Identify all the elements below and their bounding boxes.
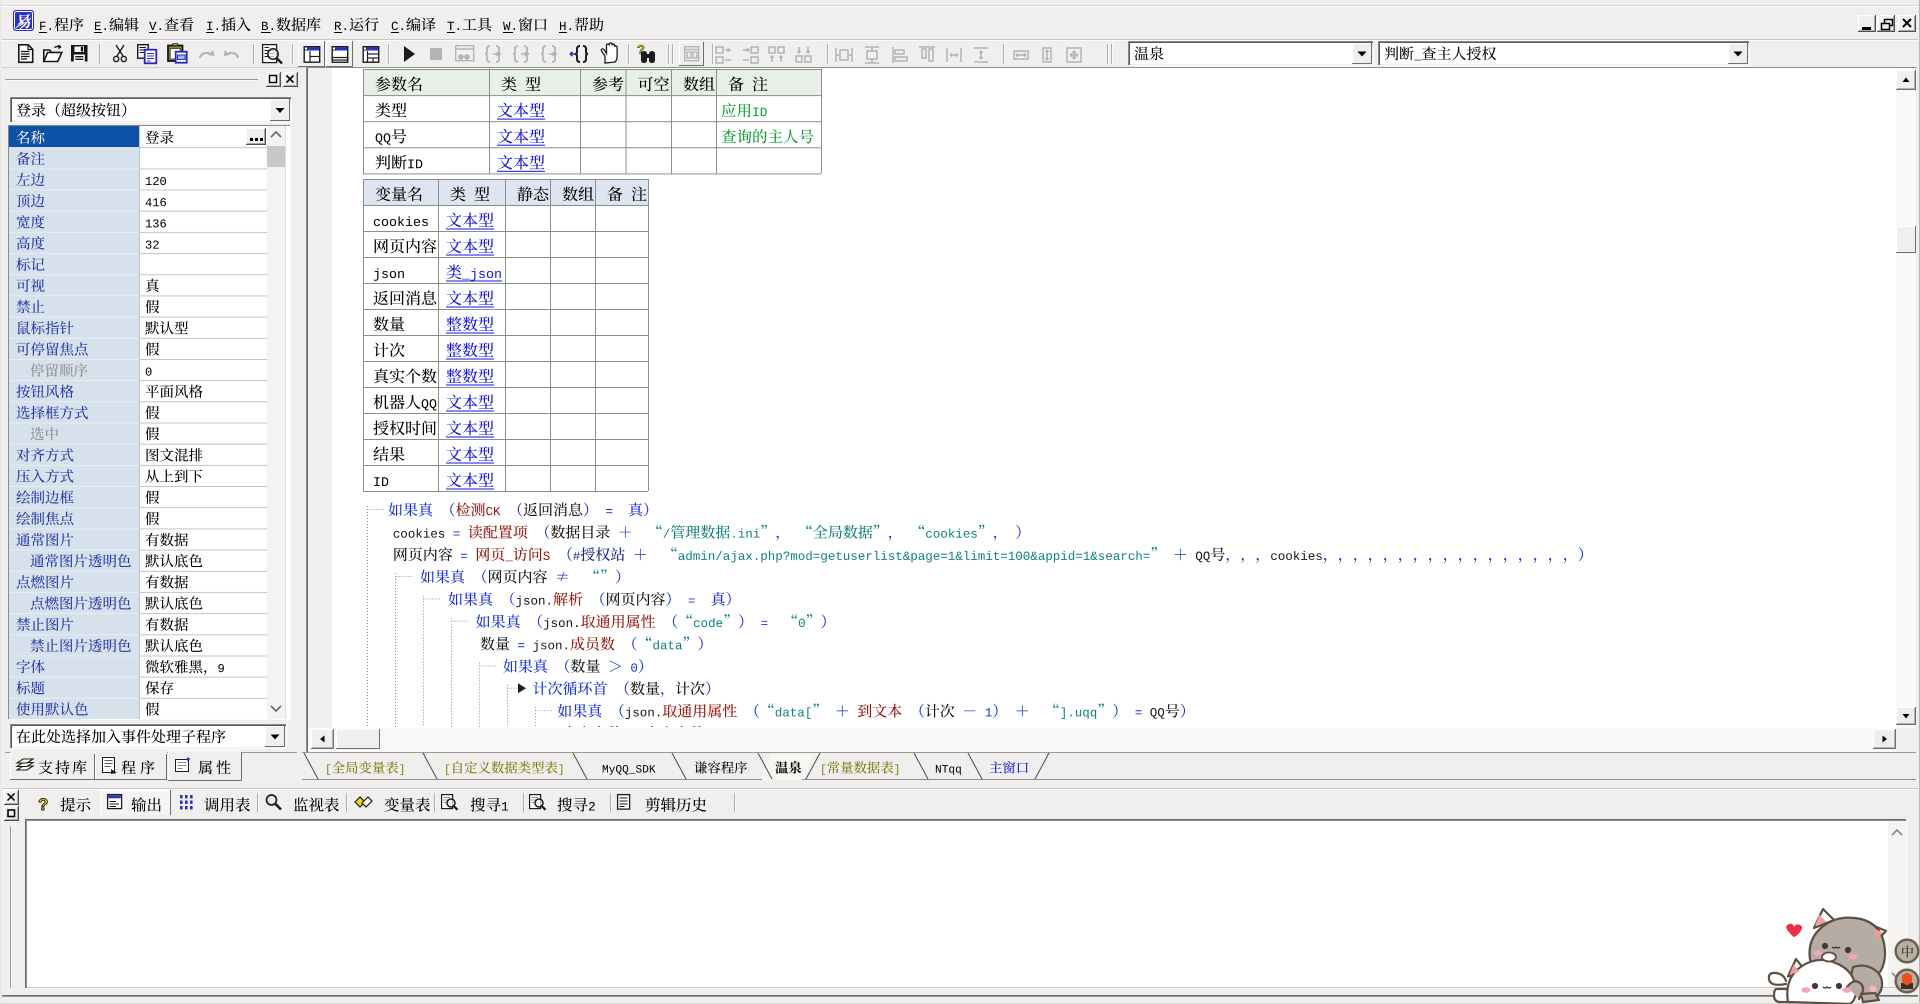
- svg-text:?: ?: [38, 795, 48, 814]
